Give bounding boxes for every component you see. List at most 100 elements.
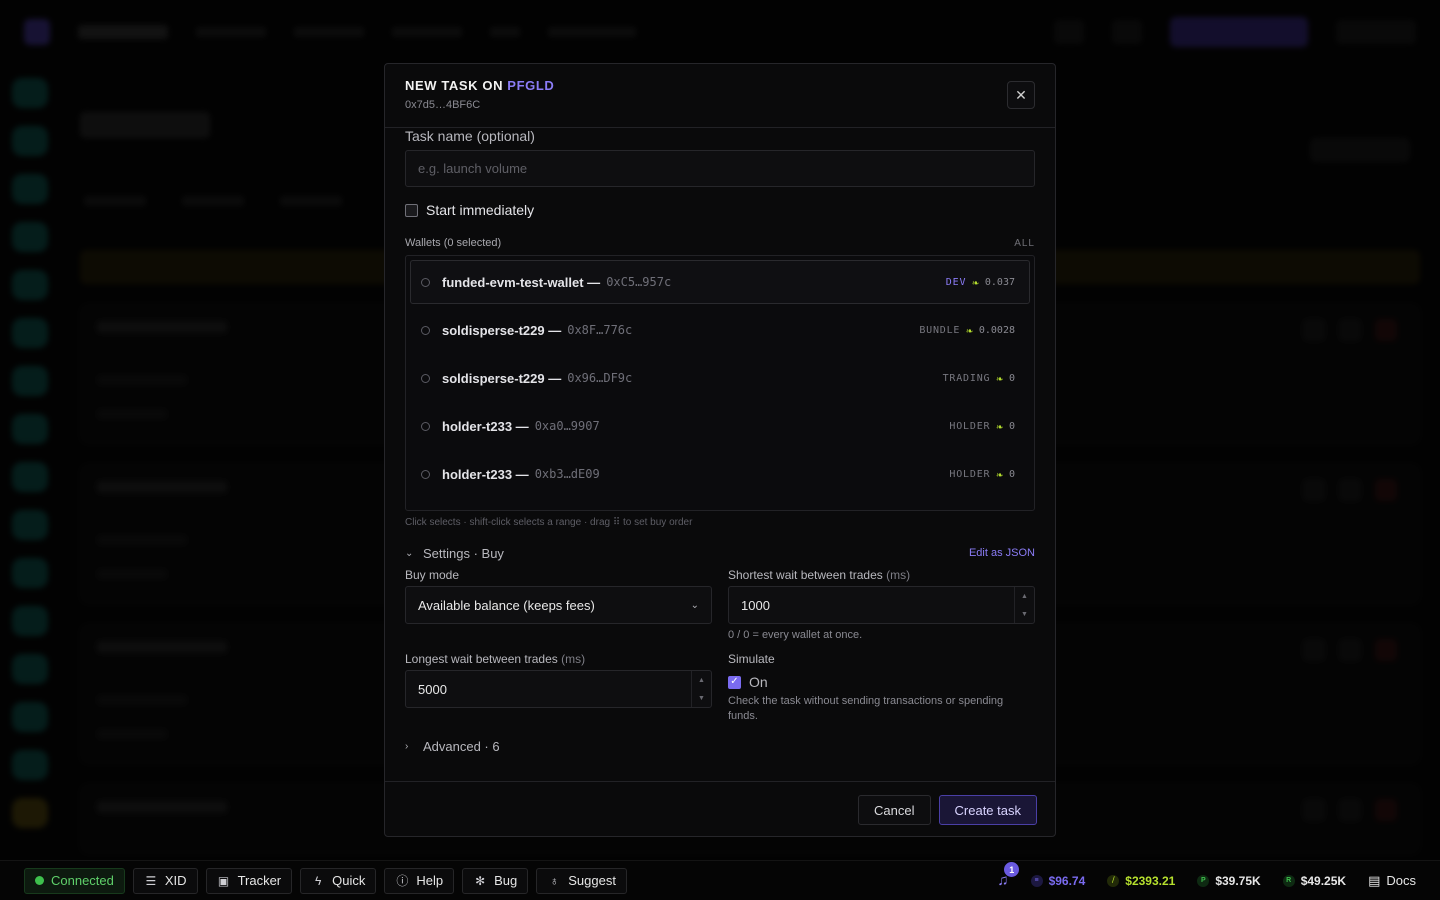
buy-mode-select[interactable]: Available balance (keeps fees) ⌄: [405, 586, 712, 624]
suggest-label: Suggest: [568, 873, 616, 888]
suggest-button[interactable]: ♁ Suggest: [536, 867, 627, 894]
select-all-wallets-link[interactable]: ALL: [1014, 238, 1035, 249]
start-immediately-row[interactable]: Start immediately: [405, 202, 1035, 218]
wallet-balance: 0: [1008, 420, 1015, 432]
wallet-address: 0x96…DF9c: [567, 371, 633, 385]
longest-wait-stepper[interactable]: ▲ ▼: [691, 671, 711, 707]
bug-button[interactable]: ✻ Bug: [462, 867, 529, 894]
wallet-balance: 0: [1008, 372, 1015, 384]
wallet-name: holder-t233 —: [442, 466, 529, 482]
wallet-icon: ▣: [217, 873, 230, 888]
xid-button[interactable]: ☰ XID: [132, 867, 198, 894]
simulate-field: Simulate ✓ On Check the task without sen…: [728, 652, 1035, 724]
close-icon: ✕: [1015, 86, 1027, 103]
shortest-wait-input[interactable]: 1000 ▲ ▼: [728, 586, 1035, 624]
modal-footer: Cancel Create task: [385, 781, 1055, 836]
wallet-selection-hint: Click selects · shift-click selects a ra…: [405, 517, 693, 528]
close-button[interactable]: ✕: [1007, 81, 1035, 109]
bug-icon: ✻: [475, 873, 486, 888]
lightning-icon: ϟ: [314, 873, 322, 888]
chevron-up-icon[interactable]: ▲: [1015, 587, 1034, 605]
docs-link[interactable]: ▤ Docs: [1368, 873, 1416, 889]
task-name-input[interactable]: [405, 150, 1035, 187]
shortest-wait-hint: 0 / 0 = every wallet at once.: [728, 629, 863, 641]
wallet-select-radio[interactable]: [421, 469, 430, 479]
notification-count-badge: 1: [1004, 862, 1020, 877]
shortest-wait-label: Shortest wait between trades (ms): [728, 568, 1035, 586]
chevron-right-icon: ›: [405, 740, 409, 752]
p-coin-icon: P: [1197, 874, 1210, 887]
modal-subtitle-address: 0x7d5…4BF6C: [405, 99, 481, 111]
wallet-meta: DEV ❧ 0.037: [946, 276, 1015, 289]
cancel-button[interactable]: Cancel: [858, 795, 931, 825]
help-button[interactable]: ⓘ Help: [384, 867, 455, 894]
longest-wait-label-text: Longest wait between trades: [405, 652, 558, 666]
connection-status-label: Connected: [51, 873, 114, 888]
settings-toggle[interactable]: ⌄ Settings · Buy: [405, 546, 504, 561]
price-ticker: ≡ $96.74: [1030, 873, 1086, 888]
price-value: $96.74: [1048, 873, 1086, 888]
lightbulb-icon: ♁: [549, 873, 559, 888]
price-value: $49.25K: [1300, 873, 1347, 888]
wallet-balance: 0.0028: [978, 324, 1015, 336]
wallet-name: soldisperse-t229 —: [442, 370, 562, 386]
settings-header: ⌄ Settings · Buy Edit as JSON: [405, 545, 1035, 561]
notifications-button[interactable]: ♫ 1: [997, 862, 1020, 889]
start-immediately-label: Start immediately: [426, 202, 535, 218]
longest-wait-input[interactable]: 5000 ▲ ▼: [405, 670, 712, 708]
new-task-modal: NEW TASK ON PFGLD 0x7d5…4BF6C ✕ Task nam…: [384, 63, 1056, 837]
settings-grid-row-1: Buy mode Available balance (keeps fees) …: [405, 568, 1035, 643]
tracker-button[interactable]: ▣ Tracker: [205, 867, 293, 894]
wallet-row[interactable]: holder-t233 — 0xa0…9907 HOLDER ❧ 0: [410, 404, 1030, 448]
wallet-row[interactable]: funded-evm-test-wallet — 0xC5…957c DEV ❧…: [410, 260, 1030, 304]
status-dot-icon: [35, 876, 44, 885]
price-ticker: ⧸ $2393.21: [1107, 874, 1175, 888]
wallet-name: funded-evm-test-wallet —: [442, 274, 601, 290]
quick-button[interactable]: ϟ Quick: [300, 867, 377, 894]
start-immediately-checkbox[interactable]: [405, 203, 418, 217]
quick-label: Quick: [332, 873, 366, 888]
chevron-down-icon[interactable]: ▼: [1015, 605, 1034, 623]
wallet-row[interactable]: soldisperse-t229 — 0x96…DF9c TRADING ❧ 0: [410, 356, 1030, 400]
simulate-toggle-label: On: [749, 674, 768, 690]
modal-header: NEW TASK ON PFGLD 0x7d5…4BF6C ✕: [385, 64, 1055, 128]
wallet-select-radio[interactable]: [421, 373, 430, 383]
wallet-select-radio[interactable]: [421, 421, 430, 431]
wallet-row[interactable]: soldisperse-t229 — 0x8F…776c BUNDLE ❧ 0.…: [410, 308, 1030, 352]
wallet-tag: BUNDLE: [919, 324, 961, 336]
eth-leaf-icon: ❧: [996, 419, 1003, 433]
chevron-down-icon: ⌄: [405, 547, 414, 559]
advanced-toggle[interactable]: › Advanced · 6: [405, 739, 500, 754]
chevron-down-icon[interactable]: ▼: [692, 689, 711, 707]
tracker-label: Tracker: [237, 873, 282, 888]
wallet-tag: HOLDER: [949, 420, 991, 432]
advanced-header: › Advanced · 6: [405, 738, 1035, 754]
simulate-checkbox[interactable]: ✓: [728, 675, 741, 689]
wallet-name: holder-t233 —: [442, 418, 529, 434]
wallet-address: 0xC5…957c: [606, 275, 672, 289]
chevron-down-icon: ⌄: [690, 599, 699, 611]
simulate-description: Check the task without sending transacti…: [728, 695, 1004, 722]
longest-wait-field: Longest wait between trades (ms) 5000 ▲ …: [405, 652, 712, 724]
eth-leaf-icon: ❧: [996, 371, 1003, 385]
price-ticker: R $49.25K: [1282, 873, 1347, 888]
create-task-button[interactable]: Create task: [938, 795, 1037, 825]
wallet-select-radio[interactable]: [421, 325, 430, 335]
connection-status-badge: Connected: [24, 867, 125, 894]
buy-mode-label: Buy mode: [405, 568, 460, 582]
shortest-wait-value: 1000: [741, 597, 770, 613]
modal-body: Task name (optional) Start immediately W…: [405, 128, 1035, 754]
edit-as-json-link[interactable]: Edit as JSON: [969, 547, 1035, 559]
shortest-wait-stepper[interactable]: ▲ ▼: [1014, 587, 1034, 623]
simulate-toggle-row[interactable]: ✓ On: [728, 672, 1035, 692]
chevron-up-icon[interactable]: ▲: [692, 671, 711, 689]
wallet-address: 0xa0…9907: [534, 419, 600, 433]
wallet-tag: HOLDER: [949, 468, 991, 480]
settings-grid-row-2: Longest wait between trades (ms) 5000 ▲ …: [405, 652, 1035, 724]
wallet-select-radio[interactable]: [421, 277, 430, 287]
status-bar: Connected ☰ XID ▣ Tracker ϟ Quick ⓘ Help…: [0, 860, 1440, 900]
wallet-name: soldisperse-t229 —: [442, 322, 562, 338]
modal-title-prefix: NEW TASK ON: [405, 78, 504, 93]
wallet-row[interactable]: holder-t233 — 0xb3…dE09 HOLDER ❧ 0: [410, 452, 1030, 496]
wallets-header: Wallets (0 selected) ALL: [405, 236, 1035, 250]
